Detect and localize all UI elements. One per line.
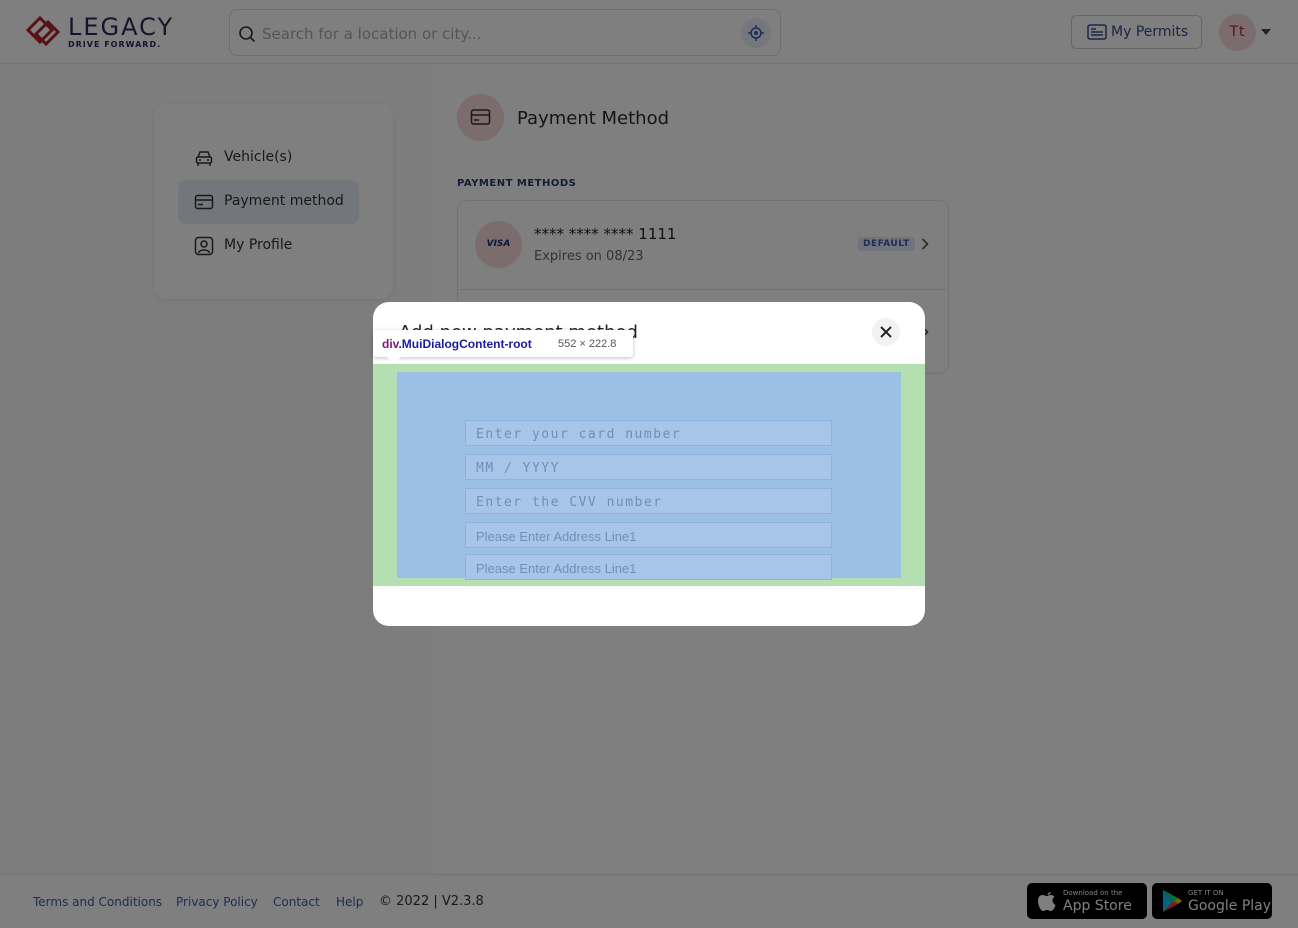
address-line2-field[interactable] xyxy=(465,554,832,580)
card-number-input[interactable] xyxy=(476,426,816,442)
close-dialog-button[interactable] xyxy=(872,318,900,346)
tooltip-element-tag: div.MuiDialogContent-root xyxy=(382,337,532,351)
devtools-inspect-tooltip: div.MuiDialogContent-root 552 × 222.8 xyxy=(373,330,633,364)
cvv-field[interactable] xyxy=(465,488,832,514)
cvv-input[interactable] xyxy=(476,494,816,510)
tooltip-element-size: 552 × 222.8 xyxy=(558,338,617,350)
expiry-input[interactable] xyxy=(476,460,816,476)
tooltip-arrow xyxy=(387,357,401,364)
dialog-content xyxy=(373,364,925,586)
payment-form xyxy=(397,372,901,580)
card-number-field[interactable] xyxy=(465,420,832,446)
address-line1-field[interactable] xyxy=(465,522,832,548)
expiry-field[interactable] xyxy=(465,454,832,480)
close-icon xyxy=(880,326,892,338)
address-line2-input[interactable] xyxy=(476,560,816,576)
address-line1-input[interactable] xyxy=(476,528,816,544)
